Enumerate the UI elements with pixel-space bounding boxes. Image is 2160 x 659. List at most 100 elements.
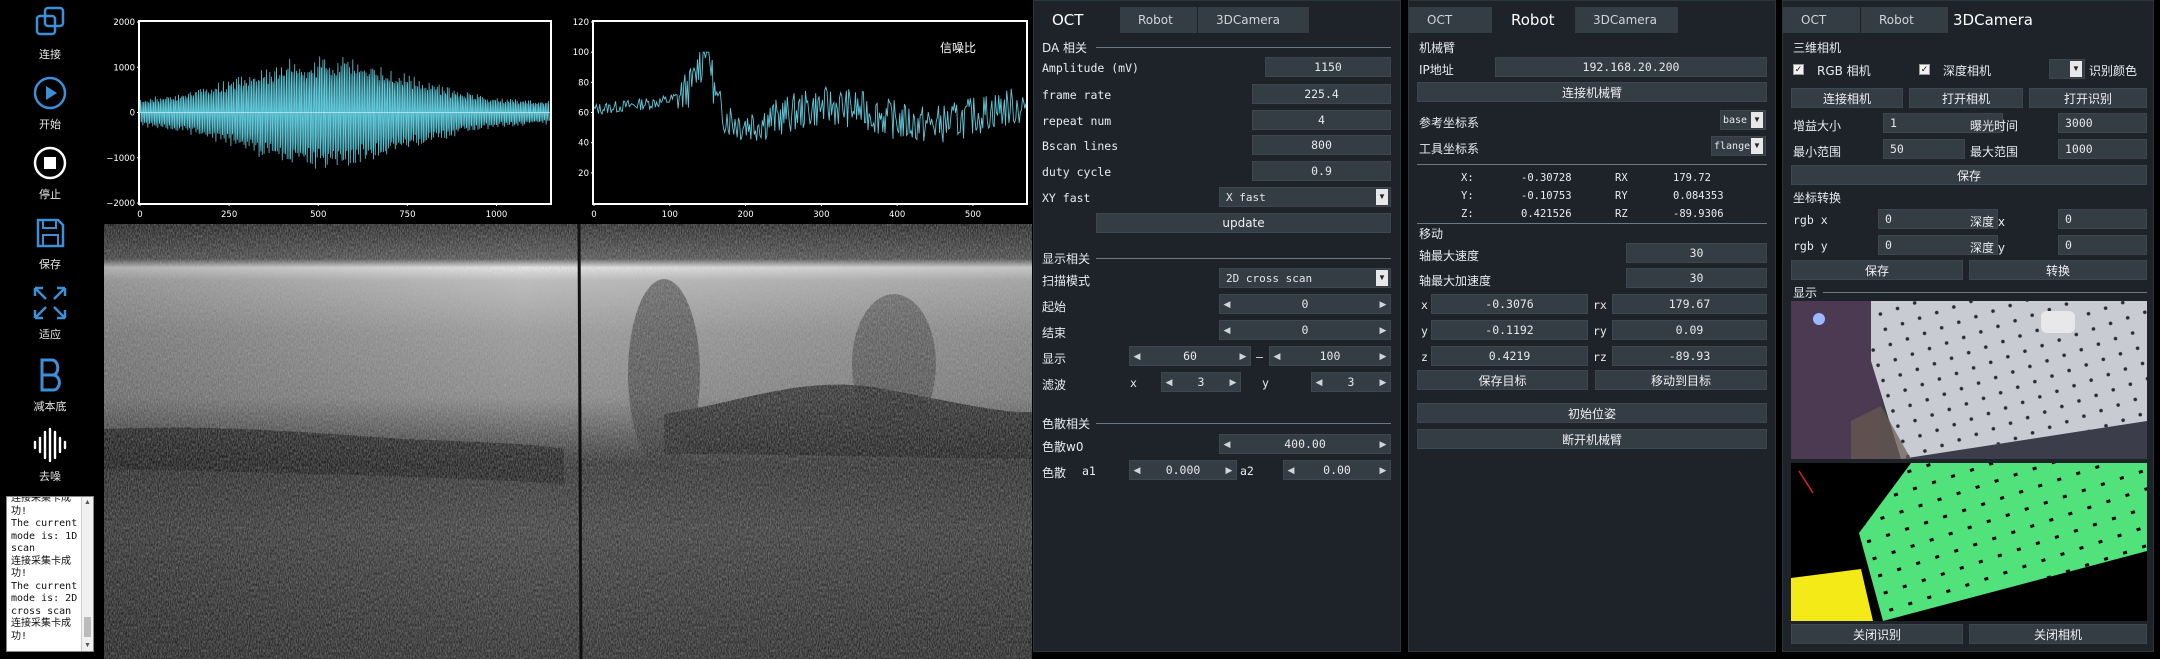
decrement-icon[interactable]: ◀ <box>1220 439 1234 450</box>
decrement-icon[interactable]: ◀ <box>1220 325 1234 336</box>
depth-y-field[interactable]: 0 <box>2058 235 2147 255</box>
decrement-icon[interactable]: ◀ <box>1270 351 1284 362</box>
rgb-camera-checkbox[interactable]: ✓ <box>1793 64 1804 75</box>
increment-icon[interactable]: ▶ <box>1376 299 1390 310</box>
dispersion-w0-spinbox[interactable]: ◀ 400.00 ▶ <box>1219 434 1391 454</box>
depth-camera-view[interactable] <box>1791 463 2147 621</box>
convert-button[interactable]: 转换 <box>1969 260 2147 280</box>
target-ry-field[interactable]: 0.09 <box>1612 320 1767 340</box>
increment-icon[interactable]: ▶ <box>1376 439 1390 450</box>
fit-button[interactable]: 适应 <box>18 284 82 350</box>
decrement-icon[interactable]: ◀ <box>1162 377 1176 388</box>
scroll-up-icon[interactable]: ▲ <box>84 499 91 506</box>
increment-icon[interactable]: ▶ <box>1226 377 1240 388</box>
show-max-spinbox[interactable]: ◀ 100 ▶ <box>1269 346 1391 366</box>
a1-spinbox[interactable]: ◀ 0.000 ▶ <box>1129 460 1237 480</box>
chevron-down-icon[interactable]: ▼ <box>1376 189 1388 205</box>
duty-cycle-field[interactable]: 0.9 <box>1252 161 1391 181</box>
increment-icon[interactable]: ▶ <box>1376 377 1390 388</box>
reference-frame-select[interactable]: base ▼ <box>1720 110 1766 130</box>
end-spinbox[interactable]: ◀ 0 ▶ <box>1219 320 1391 340</box>
open-detection-button[interactable]: 打开识别 <box>2029 88 2147 108</box>
target-z-field[interactable]: 0.4219 <box>1431 346 1588 366</box>
chevron-down-icon[interactable]: ▼ <box>1376 270 1388 286</box>
tool-frame-select[interactable]: flange ▼ <box>1711 136 1766 156</box>
close-camera-button[interactable]: 关闭相机 <box>1969 624 2147 644</box>
tab-robot[interactable]: Robot <box>1861 7 1949 33</box>
repeat-num-field[interactable]: 4 <box>1252 110 1391 130</box>
start-spinbox[interactable]: ◀ 0 ▶ <box>1219 294 1391 314</box>
camera-save-button[interactable]: 保存 <box>1791 165 2147 185</box>
move-to-target-button[interactable]: 移动到目标 <box>1595 370 1767 390</box>
decrement-icon[interactable]: ◀ <box>1220 299 1234 310</box>
denoise-button[interactable]: 去噪 <box>18 426 82 492</box>
increment-icon[interactable]: ▶ <box>1376 351 1390 362</box>
tab-robot[interactable]: Robot <box>1493 7 1575 33</box>
decrement-icon[interactable]: ◀ <box>1284 465 1298 476</box>
max-speed-label: 轴最大速度 <box>1419 249 1480 263</box>
chevron-down-icon[interactable]: ▼ <box>1751 112 1763 128</box>
depth-x-field[interactable]: 0 <box>2058 209 2147 229</box>
target-x-field[interactable]: -0.3076 <box>1431 294 1588 314</box>
a2-spinbox[interactable]: ◀ 0.00 ▶ <box>1283 460 1391 480</box>
connect-camera-button[interactable]: 连接相机 <box>1791 88 1903 108</box>
decrement-icon[interactable]: ◀ <box>1312 377 1326 388</box>
max-speed-field[interactable]: 30 <box>1626 243 1767 263</box>
snr-plot[interactable]: 0 100 200 300 400 500 120 100 80 60 40 20 信噪比 <box>562 0 1032 222</box>
log-scroll-thumb[interactable] <box>84 617 91 637</box>
chevron-down-icon[interactable]: ▼ <box>1751 138 1763 154</box>
max-acc-field[interactable]: 30 <box>1626 268 1767 288</box>
target-rx-field[interactable]: 179.67 <box>1612 294 1767 314</box>
signal-plot[interactable]: 0 250 500 750 1000 2000 1000 0 −1000 −2000 <box>100 0 560 222</box>
tab-3dcamera[interactable]: 3DCamera <box>1198 7 1310 33</box>
tab-oct[interactable]: OCT <box>1783 7 1861 33</box>
color-select[interactable]: ▼ <box>2049 59 2085 79</box>
open-camera-button[interactable]: 打开相机 <box>1909 88 2023 108</box>
start-button[interactable]: 开始 <box>18 74 82 140</box>
scroll-down-icon[interactable]: ▼ <box>84 642 91 649</box>
scan-mode-select[interactable]: 2D cross scan ▼ <box>1219 268 1391 288</box>
save-target-button[interactable]: 保存目标 <box>1417 370 1588 390</box>
update-button[interactable]: update <box>1096 213 1391 233</box>
close-detection-button[interactable]: 关闭识别 <box>1791 624 1963 644</box>
show-min-spinbox[interactable]: ◀ 60 ▶ <box>1129 346 1251 366</box>
depth-camera-checkbox[interactable]: ✓ <box>1919 64 1930 75</box>
pose-divider <box>1417 164 1767 165</box>
tab-oct[interactable]: OCT <box>1409 7 1493 33</box>
tab-robot[interactable]: Robot <box>1120 7 1198 33</box>
tab-oct[interactable]: OCT <box>1034 7 1120 33</box>
exposure-field[interactable]: 3000 <box>2058 113 2147 133</box>
target-rz-field[interactable]: -89.93 <box>1612 346 1767 366</box>
connect-arm-button[interactable]: 连接机械臂 <box>1417 82 1767 102</box>
increment-icon[interactable]: ▶ <box>1376 465 1390 476</box>
max-range-field[interactable]: 1000 <box>2058 139 2147 159</box>
frame-rate-field[interactable]: 225.4 <box>1252 84 1391 104</box>
log-console[interactable]: 连接采集卡成功! The current mode is: 1D scan 连接… <box>6 496 94 652</box>
rgb-camera-view[interactable] <box>1791 301 2147 459</box>
background-subtract-button[interactable]: 减本底 <box>18 356 82 422</box>
ip-field[interactable]: 192.168.20.200 <box>1495 57 1767 77</box>
target-y-field[interactable]: -0.1192 <box>1431 320 1588 340</box>
min-range-field[interactable]: 50 <box>1883 139 1965 159</box>
decrement-icon[interactable]: ◀ <box>1130 465 1144 476</box>
chevron-down-icon[interactable]: ▼ <box>2070 61 2082 77</box>
tab-3dcamera[interactable]: 3DCamera <box>1575 7 1679 33</box>
tab-3dcamera[interactable]: 3DCamera <box>1949 7 2037 33</box>
disconnect-arm-button[interactable]: 断开机械臂 <box>1417 429 1767 449</box>
coord-save-button[interactable]: 保存 <box>1791 260 1963 280</box>
increment-icon[interactable]: ▶ <box>1236 351 1250 362</box>
decrement-icon[interactable]: ◀ <box>1130 351 1144 362</box>
oct-bscan-image[interactable] <box>104 224 1032 659</box>
log-scrollbar[interactable]: ▲ ▼ <box>81 497 93 651</box>
connect-button[interactable]: 连接 <box>18 4 82 70</box>
stop-button[interactable]: 停止 <box>18 144 82 210</box>
bscan-lines-field[interactable]: 800 <box>1252 135 1391 155</box>
xy-fast-select[interactable]: X fast ▼ <box>1219 187 1391 207</box>
save-button[interactable]: 保存 <box>18 214 82 280</box>
amplitude-field[interactable]: 1150 <box>1265 57 1391 77</box>
filter-x-spinbox[interactable]: ◀ 3 ▶ <box>1161 372 1241 392</box>
increment-icon[interactable]: ▶ <box>1222 465 1236 476</box>
increment-icon[interactable]: ▶ <box>1376 325 1390 336</box>
filter-y-spinbox[interactable]: ◀ 3 ▶ <box>1311 372 1391 392</box>
initial-pose-button[interactable]: 初始位姿 <box>1417 403 1767 423</box>
